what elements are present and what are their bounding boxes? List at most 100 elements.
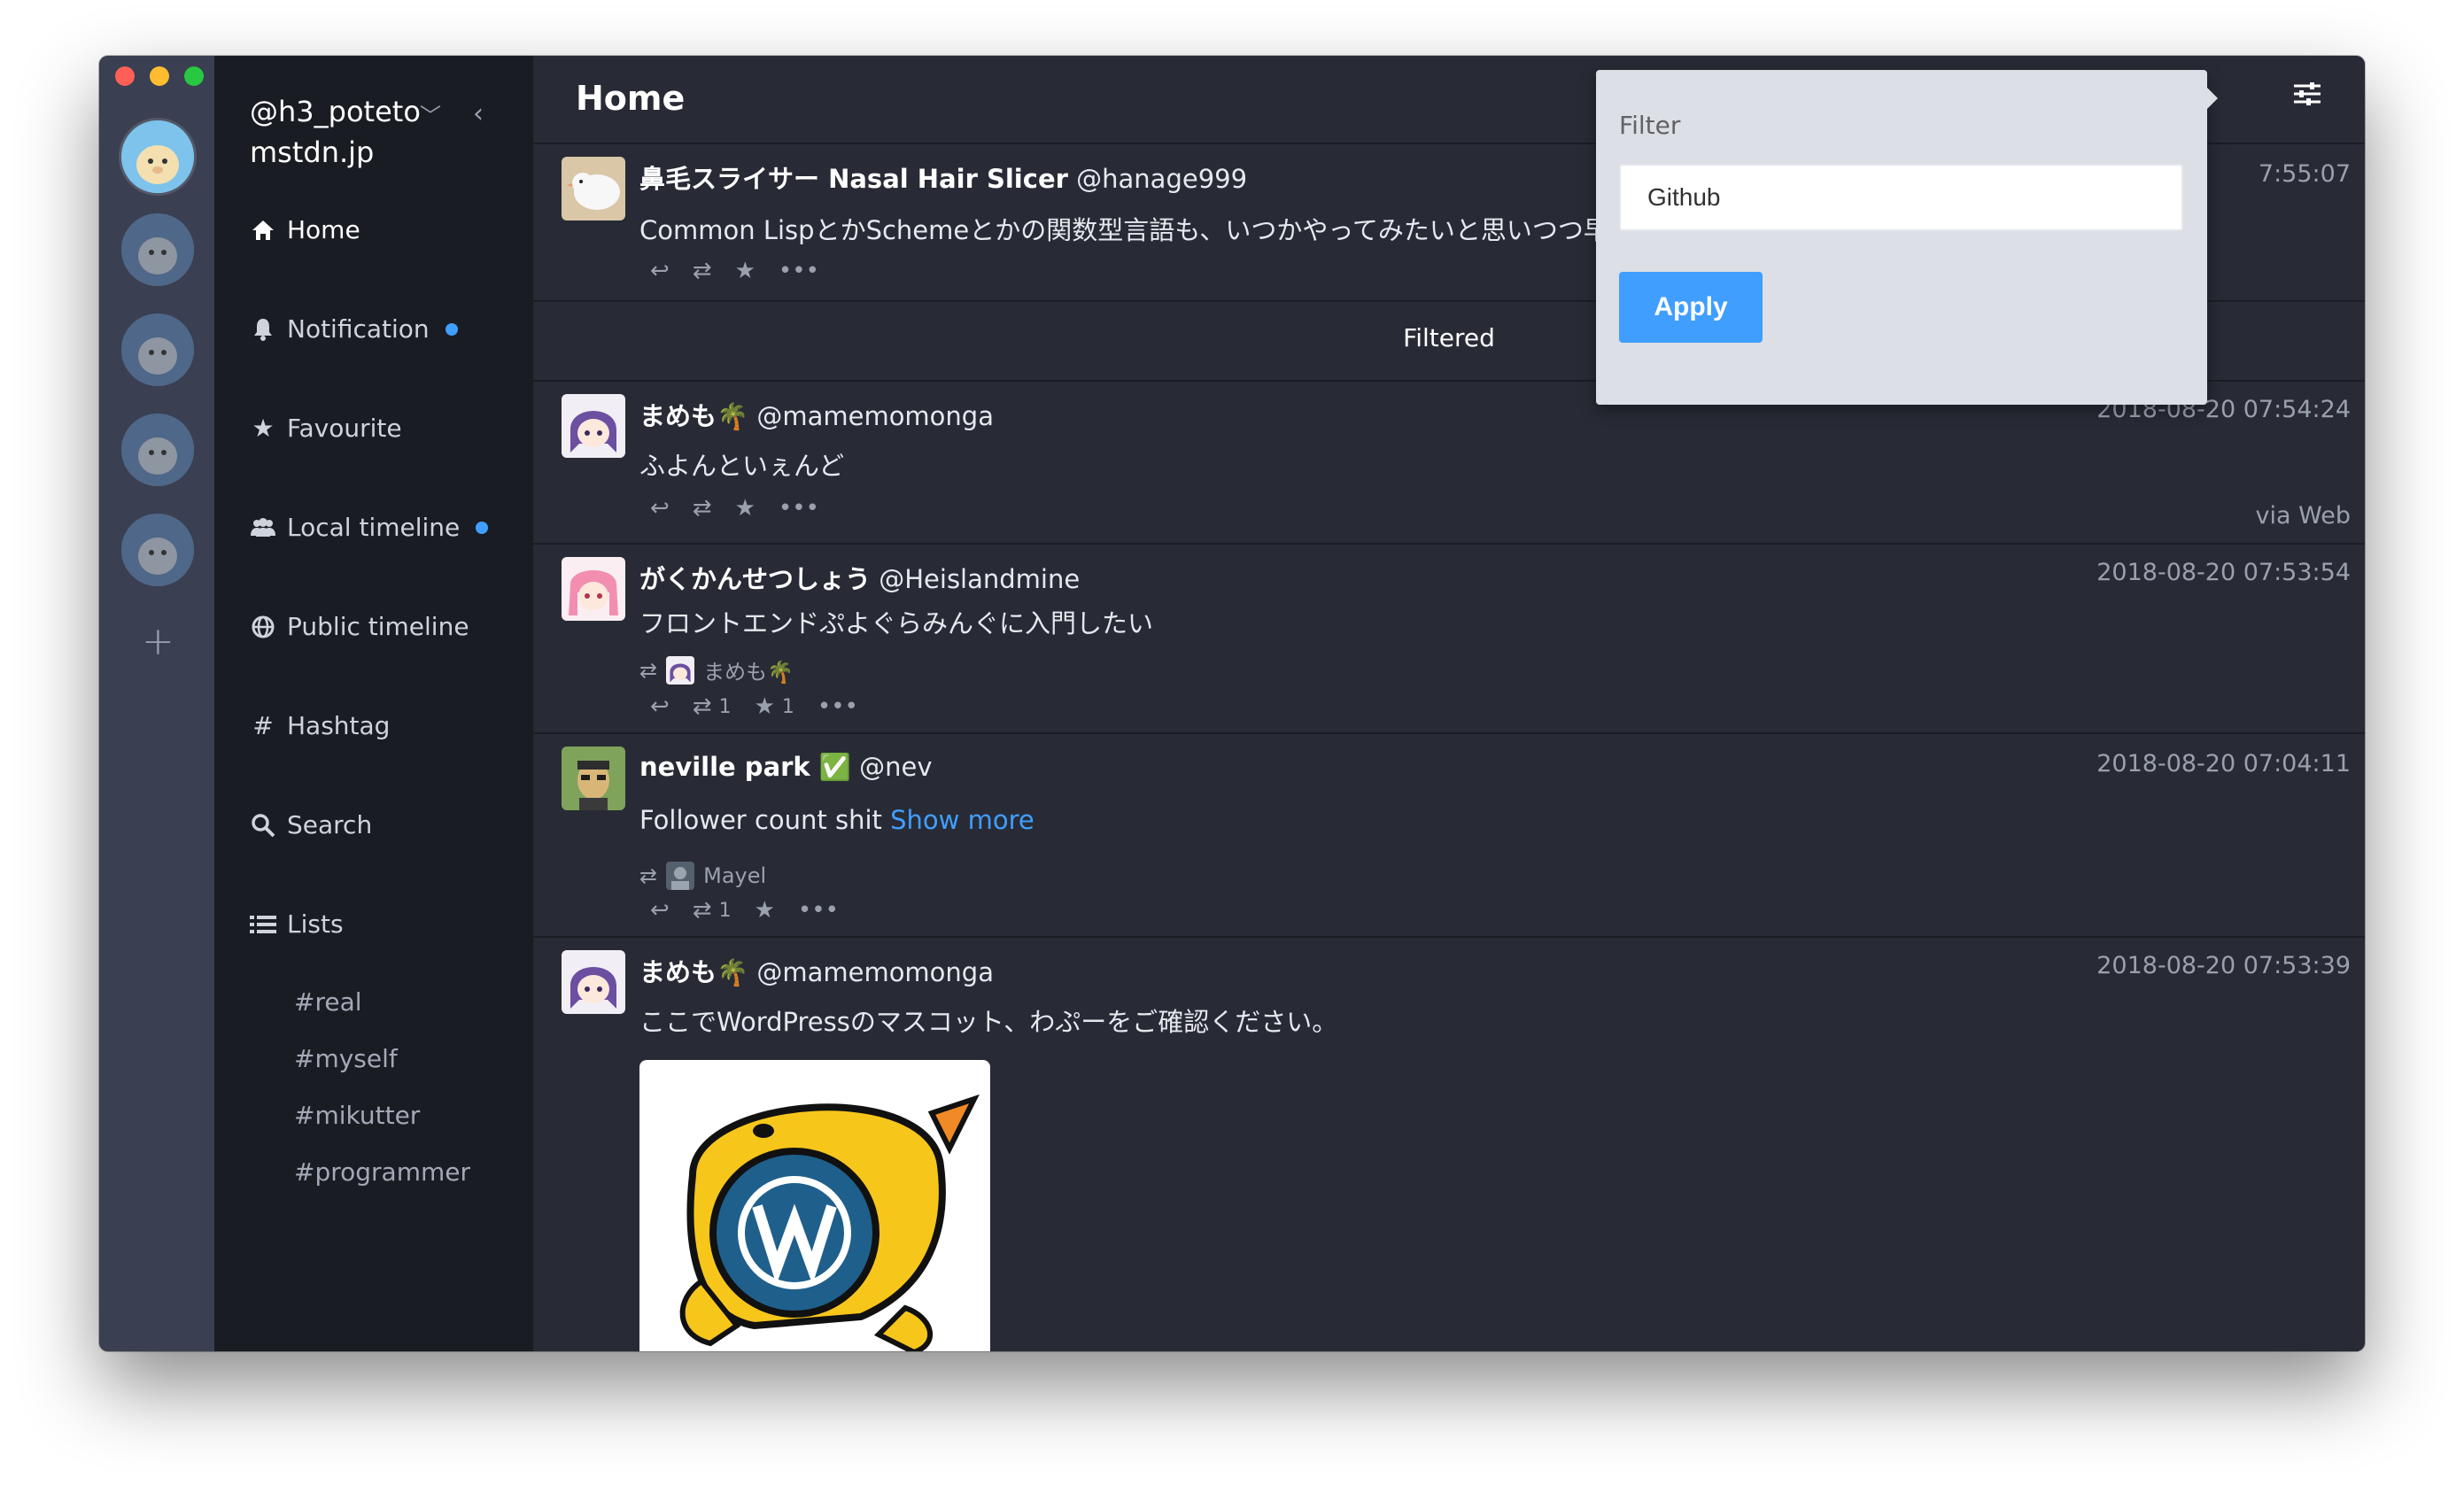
boost-icon: ⇄ xyxy=(639,863,658,888)
timestamp[interactable]: 2018-08-20 07:53:54 xyxy=(2096,559,2351,586)
add-account-button[interactable]: + xyxy=(142,623,174,661)
more-icon[interactable]: ••• xyxy=(798,897,839,924)
zoom-window-button[interactable] xyxy=(184,66,204,86)
content-text: Follower count shit xyxy=(639,805,882,835)
toot-author[interactable]: 鼻毛スライサー Nasal Hair Slicer @hanage999 xyxy=(639,159,1247,196)
reblog-info: ⇄ Mayel xyxy=(639,862,766,890)
account-avatar[interactable] xyxy=(121,213,194,286)
account-username: @h3_poteto xyxy=(250,95,421,128)
menu-item-lists[interactable]: Lists xyxy=(250,909,344,939)
account-avatar-active[interactable] xyxy=(121,120,194,193)
menu-item-public-timeline[interactable]: Public timeline xyxy=(250,612,469,641)
boost-icon: ⇄ xyxy=(692,693,712,720)
apply-button[interactable]: Apply xyxy=(1619,272,1763,343)
more-icon[interactable]: ••• xyxy=(779,258,819,284)
account-avatar[interactable] xyxy=(121,514,194,586)
list-item[interactable]: #programmer xyxy=(294,1157,470,1187)
display-name: まめも🌴 xyxy=(639,401,749,431)
reblog-info: ⇄ まめも🌴 xyxy=(639,654,794,685)
list-item[interactable]: #myself xyxy=(294,1044,398,1073)
toot: まめも🌴 @mamemomonga 2018-08-20 07:53:39 ここ… xyxy=(533,936,2365,1351)
reply-icon[interactable]: ↩ xyxy=(650,258,670,284)
app-window: + @h3_poteto mstdn.jp ﹀ ‹ Home Notificat… xyxy=(99,56,2365,1351)
search-icon xyxy=(250,813,276,838)
list-item[interactable]: #real xyxy=(294,987,362,1017)
close-window-button[interactable] xyxy=(115,66,135,86)
menu-item-favourite[interactable]: ★ Favourite xyxy=(250,414,401,443)
filter-label: Filter xyxy=(1619,111,1681,140)
more-icon[interactable]: ••• xyxy=(779,495,819,522)
account-avatar[interactable] xyxy=(121,414,194,486)
toot-author[interactable]: がくかんせつしょう @Heislandmine xyxy=(639,559,1080,596)
side-menu: @h3_poteto mstdn.jp ﹀ ‹ Home Notificatio… xyxy=(214,56,533,1351)
boost-icon: ⇄ xyxy=(692,897,712,924)
menu-item-home[interactable]: Home xyxy=(250,215,360,244)
reblogger-avatar[interactable] xyxy=(666,655,695,685)
more-icon[interactable]: ••• xyxy=(817,693,858,720)
favourite-icon[interactable]: ★ xyxy=(755,897,775,924)
reply-icon[interactable]: ↩ xyxy=(650,495,670,522)
toot-actions: ↩ ⇄ ★ ••• xyxy=(650,495,819,522)
boost-icon[interactable]: ⇄ xyxy=(693,258,712,284)
bell-icon xyxy=(250,317,276,342)
filter-settings-icon[interactable] xyxy=(2292,81,2322,111)
window-controls xyxy=(115,66,204,86)
timestamp[interactable]: 2018-08-20 07:53:39 xyxy=(2096,952,2351,979)
list-item[interactable]: #mikutter xyxy=(294,1101,420,1130)
reblogger-name[interactable]: Mayel xyxy=(703,863,766,888)
chevron-down-icon[interactable]: ﹀ xyxy=(420,98,441,129)
menu-label: Hashtag xyxy=(287,711,391,740)
collapse-menu-icon[interactable]: ‹ xyxy=(473,98,484,129)
toot-author[interactable]: まめも🌴 @mamemomonga xyxy=(639,952,994,989)
globe-icon xyxy=(250,615,276,639)
menu-label: Lists xyxy=(287,909,344,939)
show-more-link[interactable]: Show more xyxy=(890,805,1034,835)
boost-icon[interactable]: ⇄ xyxy=(693,495,712,522)
menu-label: Home xyxy=(287,215,360,244)
unread-badge xyxy=(476,521,489,534)
display-name: neville park ✅ xyxy=(639,752,851,782)
menu-item-hashtag[interactable]: # Hashtag xyxy=(250,711,390,740)
reblogger-avatar[interactable] xyxy=(666,862,695,890)
display-name: まめも🌴 xyxy=(639,957,749,987)
acct: @Heislandmine xyxy=(879,564,1081,594)
toot-content: フロントエンドぷよぐらみんぐに入門したい xyxy=(639,608,1154,638)
timestamp[interactable]: 2018-08-20 07:04:11 xyxy=(2096,750,2351,777)
avatar[interactable] xyxy=(562,557,625,621)
account-instance: mstdn.jp xyxy=(250,135,375,169)
reply-icon[interactable]: ↩ xyxy=(650,693,670,720)
avatar[interactable] xyxy=(562,950,625,1014)
reblogger-name[interactable]: まめも🌴 xyxy=(703,654,794,685)
toot-content: ふよんといぇんど xyxy=(639,451,845,481)
media-attachment[interactable] xyxy=(639,1060,990,1351)
menu-label: Public timeline xyxy=(287,612,469,641)
favourite-icon: ★ xyxy=(754,693,775,720)
users-icon xyxy=(250,517,276,538)
boost-button[interactable]: ⇄ 1 xyxy=(693,897,732,924)
filter-input[interactable] xyxy=(1619,164,2183,231)
favourite-button[interactable]: ★ 1 xyxy=(755,693,794,720)
display-name: 鼻毛スライサー Nasal Hair Slicer xyxy=(639,164,1068,194)
home-icon xyxy=(250,219,276,242)
toot-actions: ↩ ⇄ ★ ••• xyxy=(650,258,819,284)
boost-button[interactable]: ⇄ 1 xyxy=(693,693,732,720)
timestamp[interactable]: 7:55:07 xyxy=(2259,160,2351,188)
toot-content: ここでWordPressのマスコット、わぷーをご確認ください。 xyxy=(639,1007,1338,1037)
avatar[interactable] xyxy=(562,746,625,810)
via-application[interactable]: via Web xyxy=(2256,502,2351,530)
menu-item-local-timeline[interactable]: Local timeline xyxy=(250,513,489,542)
favourite-icon[interactable]: ★ xyxy=(735,495,755,522)
account-avatar[interactable] xyxy=(121,313,194,386)
avatar[interactable] xyxy=(562,157,625,220)
toot-author[interactable]: neville park ✅ @nev xyxy=(639,752,933,783)
minimize-window-button[interactable] xyxy=(150,66,169,86)
avatar[interactable] xyxy=(562,394,625,458)
toot-actions: ↩ ⇄ 1 ★ 1 ••• xyxy=(650,693,858,720)
favourite-icon[interactable]: ★ xyxy=(735,258,755,284)
menu-label: Local timeline xyxy=(287,513,461,542)
menu-item-notification[interactable]: Notification xyxy=(250,314,458,344)
toot-author[interactable]: まめも🌴 @mamemomonga xyxy=(639,396,994,433)
menu-item-search[interactable]: Search xyxy=(250,810,372,839)
reply-icon[interactable]: ↩ xyxy=(650,897,670,924)
hash-icon: # xyxy=(252,711,274,740)
